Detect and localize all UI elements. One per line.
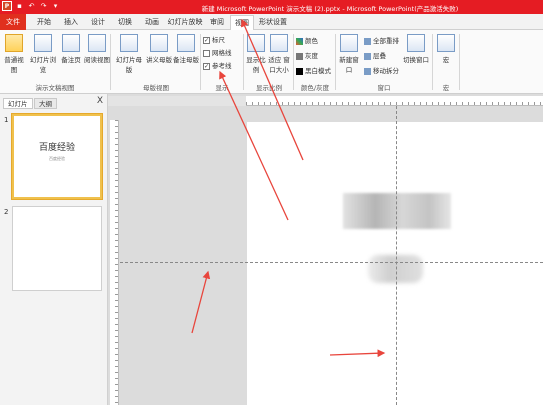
normal-view-icon xyxy=(5,34,23,52)
black-white-button[interactable]: 黑白模式 xyxy=(296,65,331,75)
quick-access-toolbar: P ▪ ↶ ↷ ▾ xyxy=(2,1,60,11)
tab-home[interactable]: 开始 xyxy=(32,15,56,30)
black-white-icon xyxy=(296,67,303,75)
tab-design[interactable]: 设计 xyxy=(86,15,110,30)
ribbon-separator xyxy=(200,34,201,90)
ribbon-separator xyxy=(432,34,433,90)
fit-window-icon xyxy=(270,34,288,52)
customize-qat-icon[interactable]: ▾ xyxy=(51,1,60,11)
tab-animations[interactable]: 动画 xyxy=(140,15,164,30)
gridlines-checkbox[interactable]: 网格线 xyxy=(203,47,232,57)
thumbnail-subtitle: 百度经验 xyxy=(49,156,65,161)
cascade-icon xyxy=(364,52,371,60)
slide-master-button[interactable]: 幻灯片母版 xyxy=(113,34,145,74)
notes-page-button[interactable]: 备注页 xyxy=(60,34,82,64)
cascade-button[interactable]: 层叠 xyxy=(364,50,386,60)
guides-check-icon: ✓ xyxy=(203,62,210,70)
color-button[interactable]: 颜色 xyxy=(296,35,318,45)
group-label-presentation-views: 演示文稿视图 xyxy=(35,84,75,92)
vertical-guide[interactable] xyxy=(396,106,397,405)
close-icon[interactable]: X xyxy=(97,96,103,106)
group-label-macros: 宏 xyxy=(442,84,450,92)
reading-view-icon xyxy=(88,34,106,52)
move-split-button[interactable]: 移动拆分 xyxy=(364,65,399,75)
group-label-window: 窗口 xyxy=(377,84,391,92)
window-title: 新建 Microsoft PowerPoint 演示文稿 (2).pptx - … xyxy=(201,5,459,13)
zoom-button[interactable]: 显示比例 xyxy=(246,34,266,74)
ribbon-view: 普通视图 幻灯片浏览 备注页 阅读视图 演示文稿视图 幻灯片母版 讲义母版 备注… xyxy=(0,30,543,94)
macros-icon xyxy=(437,34,455,52)
group-label-color: 颜色/灰度 xyxy=(300,84,330,92)
arrange-all-icon xyxy=(364,37,371,45)
tab-file[interactable]: 文件 xyxy=(0,14,26,30)
thumbnail-title: 百度经验 xyxy=(38,143,75,153)
slide-number: 2 xyxy=(4,208,9,216)
title-placeholder-blurred[interactable] xyxy=(343,193,451,229)
ribbon-separator xyxy=(459,34,460,90)
title-bar: P ▪ ↶ ↷ ▾ 新建 Microsoft PowerPoint 演示文稿 (… xyxy=(0,0,543,14)
undo-icon[interactable]: ↶ xyxy=(27,1,36,11)
slide-master-icon xyxy=(120,34,138,52)
ribbon-tabs: 文件 开始 插入 设计 切换 动画 幻灯片放映 审阅 视图 形状设置 xyxy=(0,14,543,30)
slides-panel: 幻灯片 大纲 X 1 百度经验 百度经验 2 xyxy=(0,94,108,405)
ruler-check-icon: ✓ xyxy=(203,36,210,44)
move-split-icon xyxy=(364,67,371,75)
horizontal-ruler[interactable] xyxy=(246,96,543,106)
color-icon xyxy=(296,37,303,45)
slide-sorter-icon xyxy=(34,34,52,52)
slide-sorter-button[interactable]: 幻灯片浏览 xyxy=(28,34,58,74)
horizontal-guide[interactable] xyxy=(120,262,543,263)
handout-master-button[interactable]: 讲义母版 xyxy=(146,34,172,64)
switch-window-icon xyxy=(407,34,425,52)
macros-button[interactable]: 宏 xyxy=(436,34,456,64)
fit-window-button[interactable]: 适应 窗口大小 xyxy=(267,34,291,74)
reading-view-button[interactable]: 阅读视图 xyxy=(84,34,110,64)
slide-number: 1 xyxy=(4,116,9,124)
ribbon-separator xyxy=(293,34,294,90)
arrange-all-button[interactable]: 全部重排 xyxy=(364,35,399,45)
tab-transitions[interactable]: 切换 xyxy=(113,15,137,30)
gridlines-box-icon xyxy=(203,49,210,57)
ribbon-separator xyxy=(110,34,111,90)
slide-thumbnail-1[interactable]: 百度经验 百度经验 xyxy=(12,114,102,199)
grayscale-button[interactable]: 灰度 xyxy=(296,50,318,60)
tab-slideshow[interactable]: 幻灯片放映 xyxy=(167,15,203,30)
redo-icon[interactable]: ↷ xyxy=(39,1,48,11)
grayscale-icon xyxy=(296,52,303,60)
ribbon-separator xyxy=(243,34,244,90)
switch-window-button[interactable]: 切换窗口 xyxy=(402,34,430,64)
notes-master-icon xyxy=(177,34,195,52)
normal-view-button[interactable]: 普通视图 xyxy=(2,34,26,74)
new-window-icon xyxy=(340,34,358,52)
tab-insert[interactable]: 插入 xyxy=(59,15,83,30)
zoom-icon xyxy=(247,34,265,52)
group-label-zoom: 显示比例 xyxy=(256,84,282,92)
tab-outline[interactable]: 大纲 xyxy=(34,98,57,109)
group-label-master-views: 母版视图 xyxy=(143,84,169,92)
handout-master-icon xyxy=(150,34,168,52)
group-label-show: 显示 xyxy=(215,84,229,92)
notes-page-icon xyxy=(62,34,80,52)
ruler-gap xyxy=(108,96,246,106)
tab-review[interactable]: 审阅 xyxy=(206,15,228,30)
guides-checkbox[interactable]: ✓ 参考线 xyxy=(203,60,232,70)
ruler-checkbox[interactable]: ✓ 标尺 xyxy=(203,34,225,44)
save-icon[interactable]: ▪ xyxy=(15,1,24,11)
vertical-ruler[interactable] xyxy=(110,120,119,405)
tab-shape-format[interactable]: 形状设置 xyxy=(257,15,289,30)
notes-master-button[interactable]: 备注母版 xyxy=(173,34,199,64)
new-window-button[interactable]: 新建窗口 xyxy=(337,34,361,74)
powerpoint-app-icon[interactable]: P xyxy=(2,1,12,11)
tab-view[interactable]: 视图 xyxy=(230,15,254,30)
tab-slides[interactable]: 幻灯片 xyxy=(3,98,33,109)
ribbon-separator xyxy=(335,34,336,90)
slide-thumbnail-2[interactable] xyxy=(12,206,102,291)
